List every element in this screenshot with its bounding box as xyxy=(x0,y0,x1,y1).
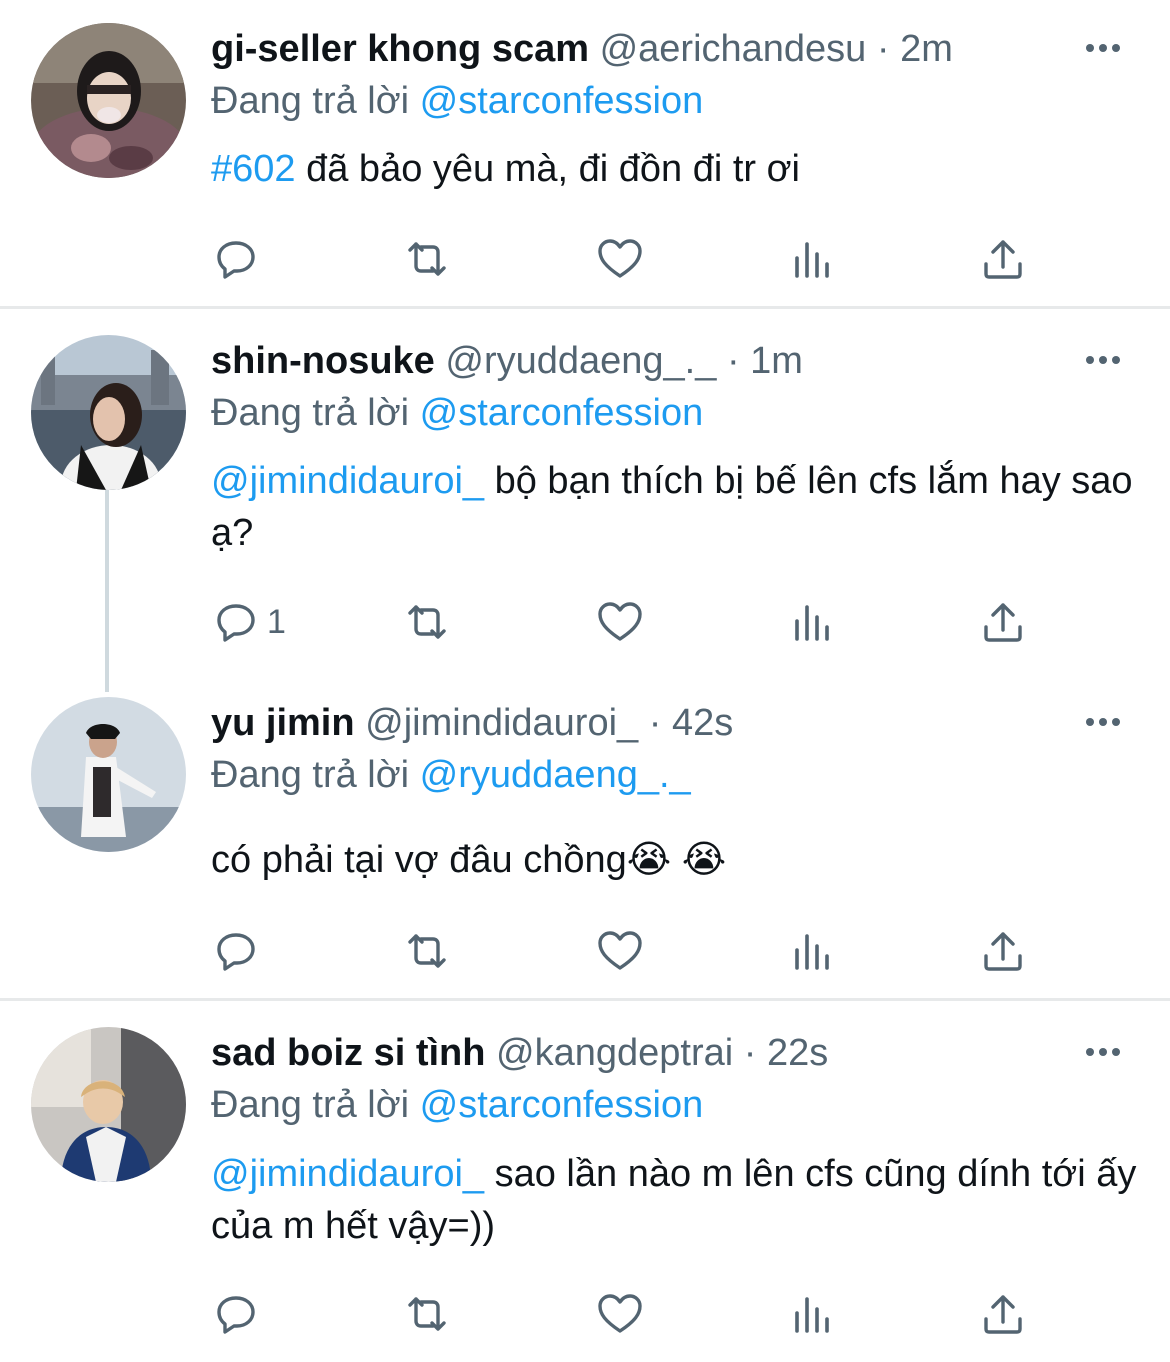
separator-dot: · xyxy=(743,1032,757,1074)
share-icon xyxy=(984,240,1022,279)
tweet-header: yu jimin @jimindidauroi_ · 42s xyxy=(211,700,733,746)
share-icon xyxy=(984,603,1022,642)
retweet-icon xyxy=(408,934,446,968)
reply-icon xyxy=(217,1296,255,1334)
like-icon xyxy=(598,239,642,278)
views-button[interactable] xyxy=(787,1289,837,1339)
tweet-body: đã bảo yêu mà, đi đồn đi tr ơi xyxy=(295,148,800,190)
thread-line xyxy=(105,490,109,692)
like-icon xyxy=(598,1294,642,1333)
like-icon xyxy=(598,931,642,970)
reply-button[interactable] xyxy=(211,1289,267,1339)
tweet-header: shin-nosuke @ryuddaeng_._ · 1m xyxy=(211,338,803,384)
share-icon xyxy=(984,1295,1022,1334)
more-icon[interactable] xyxy=(1086,1042,1126,1062)
replying-to: Đang trả lời @ryuddaeng_._ xyxy=(211,752,691,798)
avatar[interactable] xyxy=(31,1027,186,1182)
more-icon[interactable] xyxy=(1086,38,1126,58)
user-handle[interactable]: @aerichandesu xyxy=(600,28,867,70)
more-icon[interactable] xyxy=(1086,350,1126,370)
replying-prefix: Đang trả lời xyxy=(211,80,410,122)
reply-button[interactable] xyxy=(211,926,267,976)
share-button[interactable] xyxy=(978,597,1028,647)
separator-dot: · xyxy=(726,340,740,382)
mention-link[interactable]: @ryuddaeng_._ xyxy=(420,754,691,796)
tweet-text: @jimindidauroi_ sao lần nào m lên cfs cũ… xyxy=(211,1148,1141,1252)
more-icon[interactable] xyxy=(1086,712,1126,732)
retweet-icon xyxy=(408,605,446,639)
replying-to: Đang trả lời @starconfession xyxy=(211,78,703,124)
user-handle[interactable]: @jimindidauroi_ xyxy=(365,702,638,744)
views-icon xyxy=(795,242,829,278)
timestamp[interactable]: 1m xyxy=(750,340,803,382)
mention-link[interactable]: @jimindidauroi_ xyxy=(211,1153,484,1195)
tweet-text: @jimindidauroi_ bộ bạn thích bị bế lên c… xyxy=(211,455,1141,559)
replying-to: Đang trả lời @starconfession xyxy=(211,1082,703,1128)
display-name[interactable]: shin-nosuke xyxy=(211,340,435,382)
separator-dot: · xyxy=(876,28,890,70)
share-button[interactable] xyxy=(978,234,1028,284)
views-button[interactable] xyxy=(787,234,837,284)
reply-count: 1 xyxy=(267,602,286,641)
retweet-button[interactable] xyxy=(402,234,452,284)
mention-link[interactable]: @starconfession xyxy=(420,392,704,434)
retweet-button[interactable] xyxy=(402,597,452,647)
share-button[interactable] xyxy=(978,1289,1028,1339)
tweet-header: sad boiz si tình @kangdeptrai · 22s xyxy=(211,1030,828,1076)
like-icon xyxy=(598,602,642,641)
reply-icon xyxy=(217,933,255,971)
retweet-icon xyxy=(408,1297,446,1331)
like-button[interactable] xyxy=(595,234,645,284)
display-name[interactable]: sad boiz si tình xyxy=(211,1032,485,1074)
retweet-icon xyxy=(408,242,446,276)
tweet-text: có phải tại vợ đâu chồng😭 😭 xyxy=(211,834,1141,886)
avatar[interactable] xyxy=(31,335,186,490)
divider xyxy=(0,998,1170,1001)
reply-button[interactable] xyxy=(211,234,267,284)
share-icon xyxy=(984,932,1022,971)
views-icon xyxy=(795,605,829,641)
display-name[interactable]: yu jimin xyxy=(211,702,355,744)
mention-link[interactable]: @jimindidauroi_ xyxy=(211,460,484,502)
mention-link[interactable]: @starconfession xyxy=(420,1084,704,1126)
reply-button[interactable]: 1 xyxy=(211,597,286,647)
divider xyxy=(0,306,1170,309)
views-button[interactable] xyxy=(787,597,837,647)
reply-icon xyxy=(217,604,255,642)
views-button[interactable] xyxy=(787,926,837,976)
avatar[interactable] xyxy=(31,697,186,852)
like-button[interactable] xyxy=(595,926,645,976)
mention-link[interactable]: @starconfession xyxy=(420,80,704,122)
views-icon xyxy=(795,1297,829,1333)
hashtag-link[interactable]: #602 xyxy=(211,148,296,190)
replying-prefix: Đang trả lời xyxy=(211,1084,410,1126)
avatar[interactable] xyxy=(31,23,186,178)
share-button[interactable] xyxy=(978,926,1028,976)
timestamp[interactable]: 2m xyxy=(900,28,953,70)
user-handle[interactable]: @ryuddaeng_._ xyxy=(445,340,716,382)
replying-prefix: Đang trả lời xyxy=(211,754,410,796)
retweet-button[interactable] xyxy=(402,926,452,976)
retweet-button[interactable] xyxy=(402,1289,452,1339)
timestamp[interactable]: 42s xyxy=(672,702,733,744)
reply-icon xyxy=(217,241,255,279)
views-icon xyxy=(795,934,829,970)
like-button[interactable] xyxy=(595,1289,645,1339)
separator-dot: · xyxy=(648,702,662,744)
display-name[interactable]: gi-seller khong scam xyxy=(211,28,589,70)
tweet-body: có phải tại vợ đâu chồng😭 😭 xyxy=(211,839,727,881)
like-button[interactable] xyxy=(595,597,645,647)
replying-prefix: Đang trả lời xyxy=(211,392,410,434)
tweet-header: gi-seller khong scam @aerichandesu · 2m xyxy=(211,26,953,72)
tweet-text: #602 đã bảo yêu mà, đi đồn đi tr ơi xyxy=(211,143,1141,195)
replying-to: Đang trả lời @starconfession xyxy=(211,390,703,436)
user-handle[interactable]: @kangdeptrai xyxy=(496,1032,733,1074)
timestamp[interactable]: 22s xyxy=(767,1032,828,1074)
